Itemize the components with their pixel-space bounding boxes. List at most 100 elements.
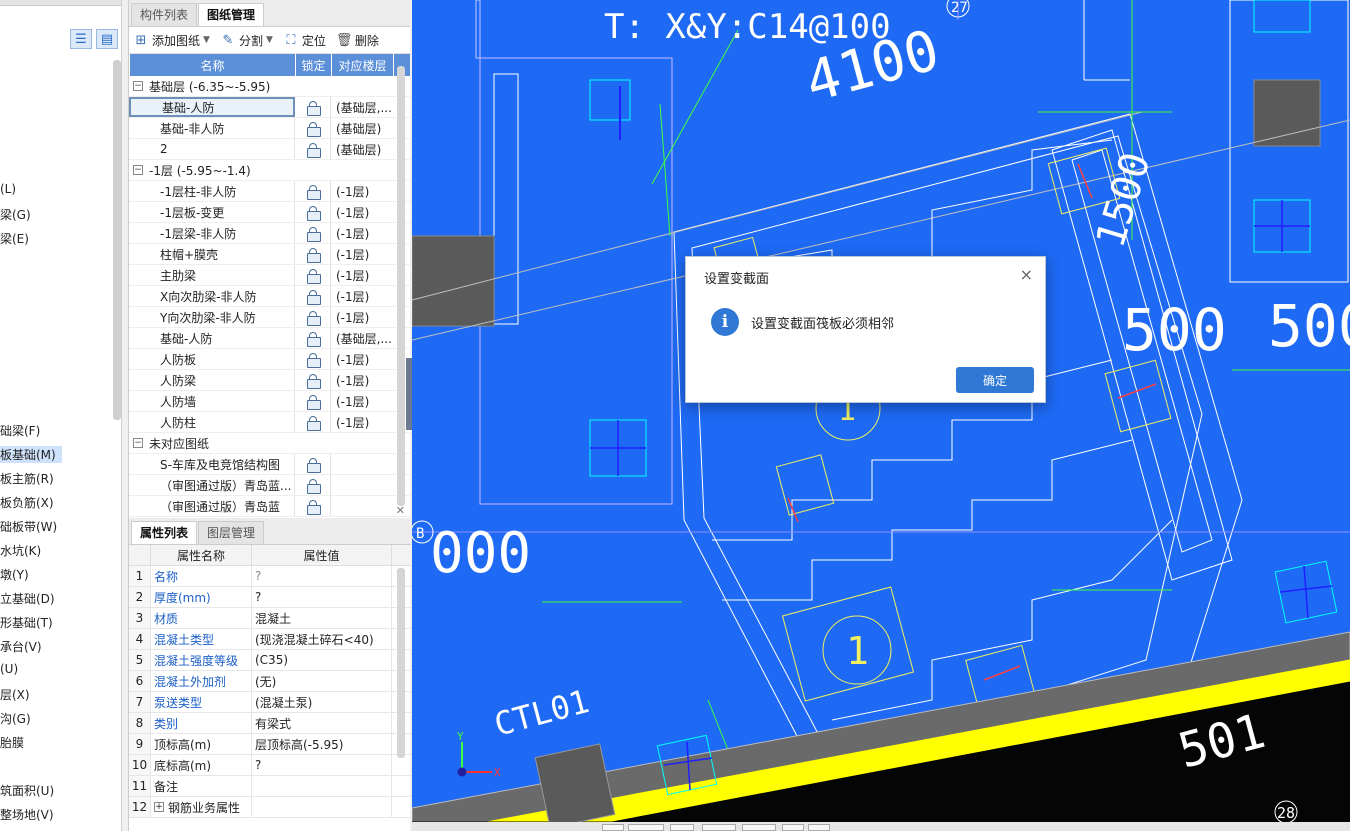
- ok-button[interactable]: 确定: [956, 367, 1034, 393]
- nav-button[interactable]: [742, 824, 776, 831]
- property-value[interactable]: (现浇混凝土碎石<40): [252, 629, 392, 649]
- property-scrollbar[interactable]: [397, 568, 405, 758]
- property-row[interactable]: 9 顶标高(m) 层顶标高(-5.95): [129, 734, 411, 755]
- drawing-row[interactable]: Y向次肋梁-非人防 (-1层): [129, 307, 410, 328]
- expand-icon[interactable]: +: [154, 802, 164, 812]
- component-tree-item[interactable]: 形基础(T): [0, 614, 53, 631]
- drawing-floor-cell[interactable]: (-1层): [331, 412, 393, 432]
- drawing-floor-cell[interactable]: (基础层): [331, 118, 393, 138]
- drawing-group-row[interactable]: − -1层 (-5.95~-1.4): [129, 160, 410, 181]
- drawing-floor-cell[interactable]: [331, 454, 393, 474]
- split-button[interactable]: ✎ 分割 ▼: [220, 32, 272, 49]
- drawing-row[interactable]: 柱帽+膜壳 (-1层): [129, 244, 410, 265]
- drawing-row[interactable]: X向次肋梁-非人防 (-1层): [129, 286, 410, 307]
- drawing-floor-cell[interactable]: (基础层,...: [331, 97, 393, 117]
- close-icon[interactable]: ✕: [396, 504, 405, 517]
- tab-property-list[interactable]: 属性列表: [131, 521, 198, 544]
- drawing-floor-cell[interactable]: [331, 475, 393, 495]
- nav-button[interactable]: [782, 824, 804, 831]
- drawing-row[interactable]: 主肋梁 (-1层): [129, 265, 410, 286]
- lock-icon[interactable]: [306, 499, 321, 515]
- drawing-floor-cell[interactable]: (-1层): [331, 181, 393, 201]
- property-row[interactable]: 6 混凝土外加剂 (无): [129, 671, 411, 692]
- drawing-floor-cell[interactable]: (-1层): [331, 391, 393, 411]
- nav-button[interactable]: [808, 824, 830, 831]
- drawing-floor-cell[interactable]: (-1层): [331, 286, 393, 306]
- drawing-row[interactable]: 2 (基础层): [129, 139, 410, 160]
- property-row[interactable]: 8 类别 有梁式: [129, 713, 411, 734]
- lock-icon[interactable]: [306, 457, 321, 473]
- drawing-row[interactable]: 基础-非人防 (基础层): [129, 118, 410, 139]
- component-tree-item[interactable]: (L): [0, 182, 16, 196]
- property-value[interactable]: 层顶标高(-5.95): [252, 734, 392, 754]
- nav-button[interactable]: [628, 824, 664, 831]
- component-tree-item[interactable]: 础板带(W): [0, 518, 57, 535]
- lock-icon[interactable]: [306, 331, 321, 347]
- property-row[interactable]: 5 混凝土强度等级 (C35): [129, 650, 411, 671]
- drawing-row[interactable]: -1层梁-非人防 (-1层): [129, 223, 410, 244]
- left-scrollbar[interactable]: [113, 60, 121, 420]
- collapse-icon[interactable]: −: [133, 165, 143, 175]
- component-tree-item[interactable]: 整场地(V): [0, 806, 54, 823]
- lock-icon[interactable]: [306, 226, 321, 242]
- lock-icon[interactable]: [306, 142, 321, 158]
- component-tree-item[interactable]: 梁(G): [0, 206, 31, 223]
- drawing-group-row[interactable]: − 未对应图纸: [129, 433, 410, 454]
- property-value[interactable]: [252, 797, 392, 817]
- property-row[interactable]: 2 厚度(mm)?: [129, 587, 411, 608]
- component-tree-item[interactable]: 沟(G): [0, 710, 31, 727]
- close-icon[interactable]: ×: [1020, 265, 1033, 284]
- drawing-row[interactable]: 人防墙 (-1层): [129, 391, 410, 412]
- column-name[interactable]: 名称: [130, 54, 296, 76]
- collapse-icon[interactable]: −: [133, 81, 143, 91]
- detail-view-icon[interactable]: ▤: [96, 29, 118, 49]
- component-tree-item[interactable]: 梁(E): [0, 230, 29, 247]
- column-floor[interactable]: 对应楼层: [332, 54, 394, 76]
- property-value[interactable]: [252, 776, 392, 796]
- drawing-floor-cell[interactable]: (基础层): [331, 139, 393, 159]
- lock-icon[interactable]: [306, 121, 321, 137]
- lock-icon[interactable]: [306, 205, 321, 221]
- drawing-floor-cell[interactable]: (基础层,...: [331, 328, 393, 348]
- drawing-row[interactable]: 基础-人防 (基础层,...: [129, 328, 410, 349]
- drawing-row[interactable]: 人防柱 (-1层): [129, 412, 410, 433]
- lock-icon[interactable]: [306, 247, 321, 263]
- property-row[interactable]: 1 名称?: [129, 566, 411, 587]
- drawing-row[interactable]: S-车库及电竞馆结构图: [129, 454, 410, 475]
- lock-icon[interactable]: [306, 184, 321, 200]
- property-row[interactable]: 7 泵送类型 (混凝土泵): [129, 692, 411, 713]
- component-tree-item[interactable]: 板主筋(R): [0, 470, 54, 487]
- property-row[interactable]: 12 + 钢筋业务属性: [129, 797, 411, 818]
- locate-button[interactable]: ⛶ 定位: [283, 32, 326, 49]
- cad-drawing-canvas[interactable]: T: X&Y:C14@100 4100 1500 500 500 000 CTL…: [412, 0, 1350, 822]
- lock-icon[interactable]: [306, 394, 321, 410]
- list-view-icon[interactable]: ☰: [70, 29, 92, 49]
- nav-button[interactable]: [670, 824, 694, 831]
- property-value[interactable]: 有梁式: [252, 713, 392, 733]
- lock-icon[interactable]: [306, 352, 321, 368]
- lock-icon[interactable]: [306, 289, 321, 305]
- property-value[interactable]: (C35): [252, 650, 392, 670]
- property-row[interactable]: 11 备注: [129, 776, 411, 797]
- component-tree-item[interactable]: 承台(V): [0, 638, 42, 655]
- drawing-row[interactable]: 人防板 (-1层): [129, 349, 410, 370]
- delete-button[interactable]: 🗑 删除: [336, 32, 379, 49]
- property-value[interactable]: 混凝土: [252, 608, 392, 628]
- component-tree-item[interactable]: (U): [0, 662, 18, 676]
- property-row[interactable]: 3 材质 混凝土: [129, 608, 411, 629]
- component-tree-item[interactable]: 水坑(K): [0, 542, 41, 559]
- drawing-floor-cell[interactable]: (-1层): [331, 265, 393, 285]
- drawing-floor-cell[interactable]: (-1层): [331, 307, 393, 327]
- drawing-row[interactable]: -1层板-变更 (-1层): [129, 202, 410, 223]
- drawing-row[interactable]: （审图通过版）青岛蓝...: [129, 475, 410, 496]
- tab-drawing-management[interactable]: 图纸管理: [198, 3, 265, 26]
- lock-icon[interactable]: [306, 415, 321, 431]
- property-value[interactable]: ?: [252, 755, 392, 775]
- property-value[interactable]: (混凝土泵): [252, 692, 392, 712]
- nav-button[interactable]: [602, 824, 624, 831]
- lock-icon[interactable]: [306, 100, 321, 116]
- component-tree-item[interactable]: 层(X): [0, 686, 30, 703]
- lock-icon[interactable]: [306, 310, 321, 326]
- lock-icon[interactable]: [306, 478, 321, 494]
- drawing-group-row[interactable]: − 基础层 (-6.35~-5.95): [129, 76, 410, 97]
